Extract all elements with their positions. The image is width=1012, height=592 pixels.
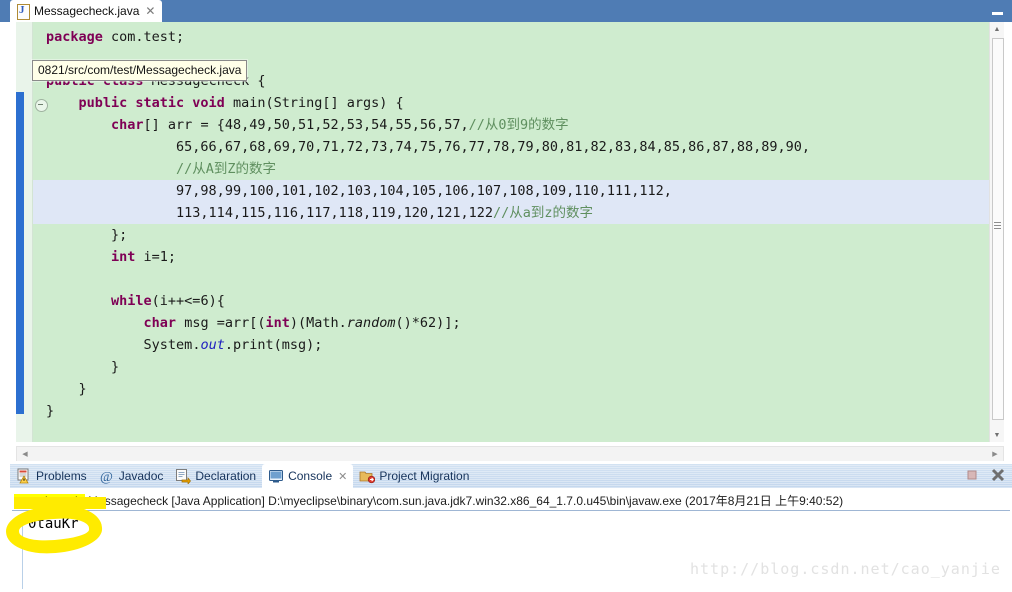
svg-text:@: @ [100,470,113,484]
panel-tab-problems[interactable]: Problems [10,464,93,488]
code-line: //从A到Z的数字 [46,158,810,180]
file-path-tooltip: 0821/src/com/test/Messagecheck.java [32,60,248,81]
editor-vertical-scrollbar[interactable]: ▲ ▼ [989,22,1004,442]
code-token: 113,114,115,116,117,118,119,120,121,122 [176,205,494,221]
code-token: 97,98,99,100,101,102,103,104,105,106,107… [176,183,672,199]
scroll-right-icon[interactable]: ▶ [988,447,1002,461]
panel-tab-project-migration[interactable]: Project Migration [353,464,475,488]
code-token: com.test; [102,29,185,45]
scroll-down-icon[interactable]: ▼ [990,428,1004,442]
panel-tab-label: Problems [36,469,87,483]
code-token: [] arr = {48,49,50,51,52,53,54,55,56,57, [143,117,469,133]
code-line: } [46,356,810,378]
panel-tab-console[interactable]: Console ✕ [262,464,354,488]
code-token: System. [143,337,201,353]
panel-tab-javadoc[interactable]: @ Javadoc [93,464,170,488]
code-token: (i++<=6){ [151,293,225,309]
code-token: int [111,249,136,265]
code-line: public static void main(String[] args) { [46,92,810,114]
code-line: 97,98,99,100,101,102,103,104,105,106,107… [46,180,810,202]
scroll-grip-icon [994,222,1001,231]
editor-tab-messagecheck[interactable]: J Messagecheck.java ✕ [10,0,163,22]
code-token: int [265,315,290,331]
code-line: char[] arr = {48,49,50,51,52,53,54,55,56… [46,114,810,136]
code-token: char [143,315,177,331]
code-token: while [111,293,152,309]
code-token: i=1; [135,249,177,265]
code-token: random [346,315,396,331]
scroll-left-icon[interactable]: ◀ [18,447,32,461]
console-icon [268,468,284,484]
code-editor: package com.test; public class Messageche… [10,22,1012,464]
editor-tab-label: Messagecheck.java [34,4,140,18]
code-line: 113,114,115,116,117,118,119,120,121,122/… [46,202,810,224]
code-token: package [46,29,103,45]
change-marker-bar [16,92,24,414]
problems-icon [16,468,32,484]
console-run-info: Messagecheck [Java Application] D:\myecl… [84,494,844,508]
project-migration-icon [359,468,376,484]
code-token: //从a到z的数字 [493,205,594,221]
java-file-icon: J [16,4,30,20]
code-line: } [46,378,810,400]
code-token: }; [111,227,128,243]
close-icon[interactable]: ✕ [145,5,155,17]
panel-tab-label: Javadoc [118,469,164,483]
code-token: } [111,359,120,375]
code-line: char msg =arr[(int)(Math.random()*62)]; [46,312,810,334]
terminate-icon[interactable] [964,467,980,483]
panel-toolbar [964,467,1006,483]
code-token: //从0到9的数字 [468,117,569,133]
eclipse-window: J Messagecheck.java ✕ package com.test; p… [0,0,1012,592]
panel-tab-label: Project Migration [379,469,470,483]
code-line: 65,66,67,68,69,70,71,72,73,74,75,76,77,7… [46,136,810,158]
code-line: while(i++<=6){ [46,290,810,312]
declaration-icon [175,468,192,485]
javadoc-at-icon: @ [99,468,115,485]
code-token: out [200,337,225,353]
code-token: //从A到Z的数字 [176,161,277,177]
code-line: int i=1; [46,246,810,268]
minimize-button[interactable] [991,7,1004,15]
panel-tab-label: Console [288,469,333,483]
watermark-text: http://blog.csdn.net/cao_yanjie [690,560,1001,578]
scroll-up-icon[interactable]: ▲ [990,22,1004,36]
remove-launch-icon[interactable] [990,467,1006,483]
console-separator [12,510,1010,511]
code-line: package com.test; [46,26,810,48]
code-line: System.out.print(msg); [46,334,810,356]
code-token: } [46,403,55,419]
code-token: ()*62)]; [395,315,461,331]
window-left-edge [0,22,10,591]
console-launch-header: <terminated> Messagecheck [Java Applicat… [14,492,843,509]
code-token: } [78,381,87,397]
code-canvas: package com.test; public class Messageche… [16,22,1004,442]
editor-horizontal-scrollbar[interactable]: ◀ ▶ [16,446,1004,462]
code-line: }; [46,224,810,246]
source-code: package com.test; public class Messageche… [46,26,810,422]
code-token: )(Math. [289,315,347,331]
panel-tab-declaration[interactable]: Declaration [169,464,262,488]
close-icon[interactable]: ✕ [338,470,347,483]
bottom-panel-tabbar: Problems @ Javadoc Declaration Console ✕ Proje… [10,464,1012,488]
code-token: main(String[] args) { [224,95,404,111]
code-line: } [46,400,810,422]
code-token: 65,66,67,68,69,70,71,72,73,74,75,76,77,7… [176,139,811,155]
code-token: char [111,117,144,133]
panel-tab-label: Declaration [195,469,257,483]
code-token: .print(msg); [224,337,323,353]
code-token: msg =arr[( [176,315,266,331]
code-editor-viewport[interactable]: package com.test; public class Messageche… [16,22,1004,442]
code-token: public static void [78,95,225,111]
editor-gutter[interactable] [16,22,33,442]
